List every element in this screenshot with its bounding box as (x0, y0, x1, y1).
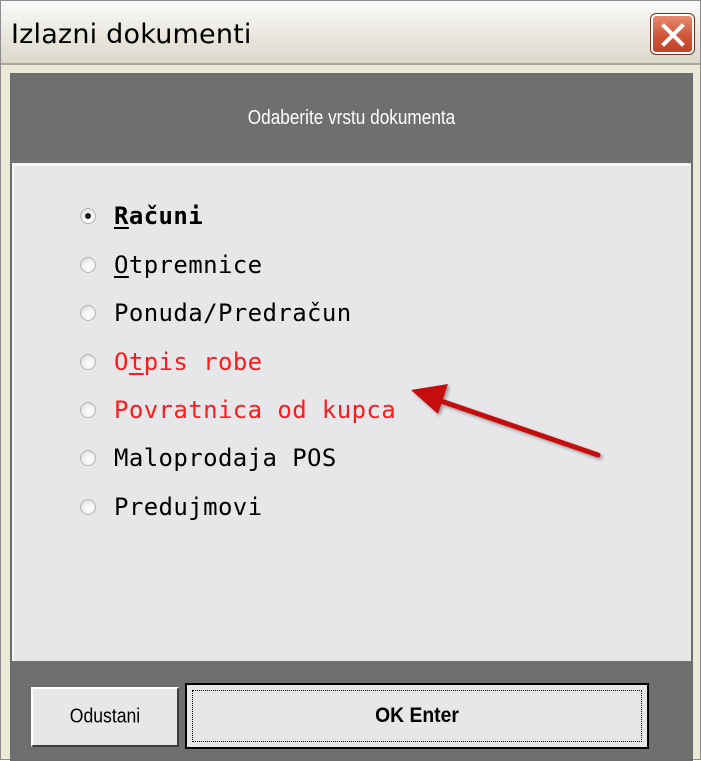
dialog-subtitle: Odaberite vrstu dokumenta (247, 107, 456, 129)
ok-button[interactable]: OK Enter (185, 683, 649, 749)
close-button[interactable] (650, 13, 695, 55)
cancel-button-label: Odustani (69, 705, 141, 728)
option-racuni[interactable]: Računi (80, 196, 203, 236)
option-otpremnice[interactable]: Otpremnice (80, 245, 263, 285)
option-label-maloprodaja-pos: Maloprodaja POS (114, 444, 337, 472)
dialog-client: Odaberite vrstu dokumenta Računi Otpremn… (10, 73, 693, 761)
option-label-predujmovi: Predujmovi (114, 493, 263, 521)
header-band: Odaberite vrstu dokumenta (12, 75, 691, 163)
option-label-ponuda-predracun: Ponuda/Predračun (114, 299, 352, 327)
button-bar: Odustani OK Enter (12, 661, 691, 759)
title-bar[interactable]: Izlazni dokumenti (1, 1, 700, 65)
close-x-icon (661, 23, 685, 47)
option-ponuda-predracun[interactable]: Ponuda/Predračun (80, 293, 352, 333)
option-predujmovi[interactable]: Predujmovi (80, 487, 263, 527)
ok-button-label: OK Enter (375, 704, 459, 727)
radio-predujmovi[interactable] (80, 499, 96, 515)
radio-racuni[interactable] (80, 208, 96, 224)
window-title: Izlazni dokumenti (11, 19, 252, 50)
dialog-window: Izlazni dokumenti Odaberite vrstu dokume… (0, 0, 701, 761)
option-label-povratnica-od-kupca: Povratnica od kupca (114, 396, 397, 424)
option-otpis-robe[interactable]: Otpis robe (80, 342, 263, 382)
radio-ponuda-predracun[interactable] (80, 305, 96, 321)
option-maloprodaja-pos[interactable]: Maloprodaja POS (80, 438, 337, 478)
radio-maloprodaja-pos[interactable] (80, 450, 96, 466)
option-povratnica-od-kupca[interactable]: Povratnica od kupca (80, 390, 396, 430)
cancel-button[interactable]: Odustani (31, 687, 179, 747)
option-label-otpremnice: Otpremnice (114, 251, 263, 279)
radio-povratnica-od-kupca[interactable] (80, 402, 96, 418)
option-label-otpis-robe: Otpis robe (114, 348, 263, 376)
document-type-group: Računi Otpremnice Ponuda/Predračun Otpis… (12, 163, 691, 661)
option-label-racuni: Računi (114, 202, 204, 230)
radio-otpis-robe[interactable] (80, 354, 96, 370)
radio-otpremnice[interactable] (80, 257, 96, 273)
